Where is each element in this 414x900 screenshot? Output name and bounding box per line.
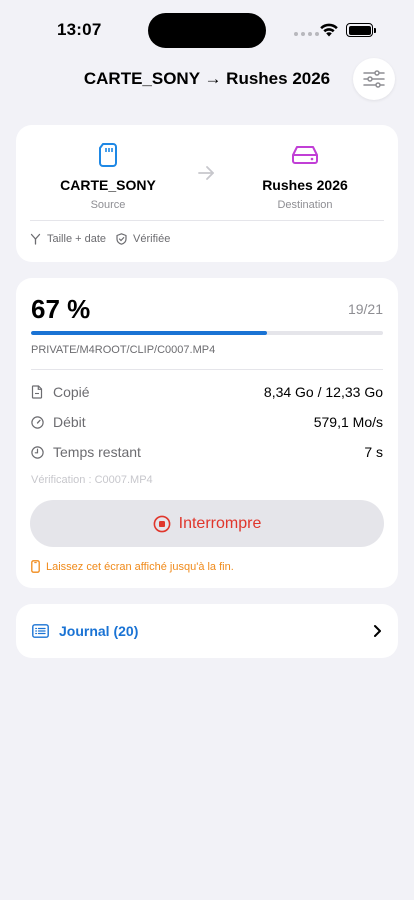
current-file-path: PRIVATE/M4ROOT/CLIP/C0007.MP4 xyxy=(31,344,216,356)
sd-card-icon xyxy=(99,143,117,167)
dynamic-island xyxy=(148,13,266,48)
destination-name: Rushes 2026 xyxy=(262,177,348,193)
progress-bar xyxy=(31,331,383,335)
settings-button[interactable] xyxy=(353,58,395,100)
stat-label: Débit xyxy=(53,414,86,430)
progress-card: 67 % 19/21 PRIVATE/M4ROOT/CLIP/C0007.MP4… xyxy=(16,278,398,588)
verification-status: Vérification : C0007.MP4 xyxy=(31,474,153,486)
progress-percent: 67 % xyxy=(31,294,91,324)
transfer-card: CARTE_SONY Source Rushes 2026 Destinatio… xyxy=(16,125,398,262)
file-icon xyxy=(31,385,43,399)
transfer-options: Taille + date Vérifiée xyxy=(30,233,180,245)
list-icon xyxy=(32,624,49,638)
stat-value: 579,1 Mo/s xyxy=(313,414,383,430)
wifi-icon xyxy=(320,23,338,37)
stat-value: 7 s xyxy=(364,444,383,460)
option-verified-label: Vérifiée xyxy=(133,233,171,245)
shield-check-icon xyxy=(116,233,127,245)
progress-bar-fill xyxy=(31,331,267,335)
stat-row-speed: Débit 579,1 Mo/s xyxy=(31,412,383,432)
destination-role: Destination xyxy=(277,199,333,211)
stop-circle-icon xyxy=(153,515,171,532)
source-endpoint: CARTE_SONY Source xyxy=(28,141,188,211)
option-compare-label: Taille + date xyxy=(47,233,107,245)
sliders-icon xyxy=(363,70,385,88)
keep-screen-on-warning: Laissez cet écran affiché jusqu'à la fin… xyxy=(31,560,234,573)
stat-label: Temps restant xyxy=(53,444,141,460)
fork-icon xyxy=(30,233,41,245)
arrow-right-icon xyxy=(198,166,214,180)
status-bar: 13:07 xyxy=(0,0,414,58)
chevron-right-icon xyxy=(374,625,381,637)
divider xyxy=(30,220,384,221)
speedometer-icon xyxy=(31,415,44,429)
warning-text: Laissez cet écran affiché jusqu'à la fin… xyxy=(46,560,234,573)
stat-row-remaining: Temps restant 7 s xyxy=(31,442,383,462)
hard-drive-icon xyxy=(292,146,318,164)
destination-endpoint: Rushes 2026 Destination xyxy=(225,141,385,211)
option-verified: Vérifiée xyxy=(116,233,170,245)
status-time: 13:07 xyxy=(57,20,102,39)
journal-label: Journal (20) xyxy=(59,623,139,639)
stat-label: Copié xyxy=(53,384,90,400)
source-name: CARTE_SONY xyxy=(60,177,156,193)
stat-row-copied: Copié 8,34 Go / 12,33 Go xyxy=(31,382,383,402)
divider xyxy=(31,369,383,370)
stop-button[interactable]: Interrompre xyxy=(30,500,384,547)
source-role: Source xyxy=(90,199,126,211)
cellular-signal-icon xyxy=(294,32,319,36)
journal-row[interactable]: Journal (20) xyxy=(16,604,398,658)
stop-button-label: Interrompre xyxy=(178,514,262,532)
clock-icon xyxy=(31,445,44,459)
battery-icon xyxy=(346,23,376,37)
file-count: 19/21 xyxy=(347,301,383,317)
option-compare: Taille + date xyxy=(30,233,106,245)
stat-value: 8,34 Go / 12,33 Go xyxy=(263,384,383,400)
phone-icon xyxy=(31,560,40,573)
page-title: CARTE_SONY → Rushes 2026 xyxy=(83,69,331,88)
